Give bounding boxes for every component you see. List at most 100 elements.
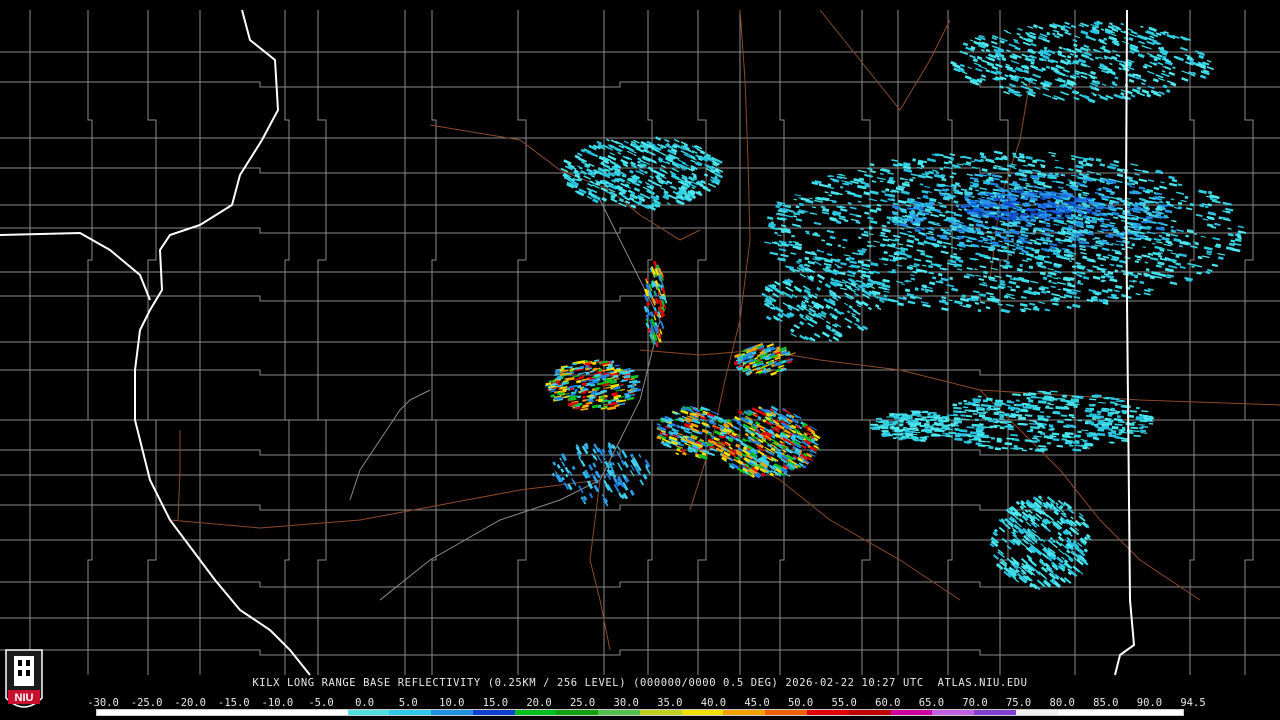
echo-pixel <box>915 438 919 442</box>
echo-pixel <box>1026 397 1031 400</box>
echo-pixel <box>1013 445 1018 448</box>
echo-pixel <box>1008 425 1014 429</box>
echo-pixel <box>941 426 950 429</box>
echo-pixel <box>1016 399 1020 402</box>
echo-pixel <box>963 399 967 403</box>
echo-pixel <box>899 423 903 427</box>
echo-pixel <box>994 447 1001 451</box>
echo-pixel <box>890 425 895 429</box>
echo-pixel <box>1096 410 1102 414</box>
echo-pixel <box>978 425 983 428</box>
echo-pixel <box>894 433 903 436</box>
echo-pixel <box>1047 441 1051 445</box>
echo-pixel <box>1109 428 1113 431</box>
echo-pixel <box>942 429 946 431</box>
echo-pixel <box>906 416 913 420</box>
echo-pixel <box>1007 191 1012 195</box>
echo-pixel <box>894 420 899 424</box>
echo-pixel <box>910 427 918 430</box>
echo-pixel <box>873 425 880 427</box>
echo-pixel <box>881 430 889 432</box>
echo-pixel <box>1010 238 1015 242</box>
echo-pixel <box>1030 214 1035 218</box>
echo-pixel <box>939 434 948 437</box>
echo-pixel <box>991 437 995 440</box>
echo-pixel <box>1074 398 1079 402</box>
echo-pixel <box>992 418 999 421</box>
echo-pixel <box>974 418 979 422</box>
echo-pixel <box>927 412 931 416</box>
echo-pixel <box>941 419 947 423</box>
echo-pixel <box>887 424 895 426</box>
echo-pixel <box>1093 415 1101 420</box>
echo-pixel <box>1033 435 1038 439</box>
echo-pixel <box>894 429 903 433</box>
echo-pixel <box>999 413 1005 417</box>
radar-map <box>0 0 1280 720</box>
echo-pixel <box>921 416 930 418</box>
echo-pixel <box>1028 399 1034 403</box>
echo-pixel <box>1102 426 1110 430</box>
echo-pixel <box>1139 414 1143 417</box>
echo-pixel <box>946 428 953 430</box>
echo-pixel <box>1128 431 1134 435</box>
echo-pixel <box>881 427 889 430</box>
echo-pixel <box>993 411 1000 416</box>
echo-pixel <box>911 413 917 416</box>
echo-pixel <box>905 433 914 436</box>
echo-pixel <box>1095 437 1100 441</box>
echo-pixel <box>923 438 928 440</box>
echo-pixel <box>911 410 921 414</box>
echo-pixel <box>1084 443 1088 447</box>
echo-pixel <box>990 244 995 248</box>
echo-pixel <box>1077 430 1082 434</box>
echo-pixel <box>1062 394 1067 398</box>
echo-pixel <box>924 435 929 438</box>
echo-pixel <box>1136 406 1140 410</box>
echo-pixel <box>1084 421 1089 425</box>
echo-pixel <box>916 414 922 417</box>
echo-pixel <box>924 419 930 421</box>
echo-pixel <box>978 414 986 418</box>
echo-pixel <box>1046 415 1051 418</box>
echo-pixel <box>925 420 930 423</box>
echo-pixel <box>986 407 991 411</box>
echo-pixel <box>1007 406 1016 410</box>
echo-pixel <box>892 437 896 439</box>
echo-pixel <box>996 210 1001 214</box>
echo-pixel <box>933 413 937 416</box>
echo-pixel <box>1029 448 1033 450</box>
echo-pixel <box>895 413 903 416</box>
echo-pixel <box>1050 427 1055 430</box>
echo-pixel <box>967 434 972 438</box>
echo-pixel <box>1056 412 1061 415</box>
echo-pixel <box>882 434 888 437</box>
echo-pixel <box>875 426 883 429</box>
echo-pixel <box>931 428 937 431</box>
echo-pixel <box>994 216 1000 221</box>
echo-pixel <box>876 417 883 420</box>
echo-pixel <box>967 401 972 405</box>
echo-pixel <box>1083 446 1087 450</box>
echo-pixel <box>1114 402 1118 406</box>
echo-pixel <box>960 414 966 417</box>
echo-pixel <box>895 436 899 439</box>
echo-pixel <box>886 416 894 418</box>
echo-pixel <box>1107 419 1114 423</box>
echo-pixel <box>905 430 914 433</box>
echo-pixel <box>988 446 994 450</box>
map-background <box>0 0 1280 720</box>
echo-pixel <box>952 403 958 407</box>
echo-pixel <box>1116 415 1121 418</box>
echo-pixel <box>1052 412 1058 415</box>
echo-pixel <box>977 395 982 398</box>
echo-pixel <box>1047 435 1054 440</box>
echo-pixel <box>880 420 889 423</box>
echo-pixel <box>1088 421 1095 425</box>
echo-pixel <box>913 420 919 424</box>
echo-pixel <box>903 426 907 429</box>
echo-pixel <box>958 402 962 405</box>
echo-pixel <box>924 428 929 430</box>
echo-pixel <box>1068 414 1075 417</box>
echo-pixel <box>889 413 894 417</box>
